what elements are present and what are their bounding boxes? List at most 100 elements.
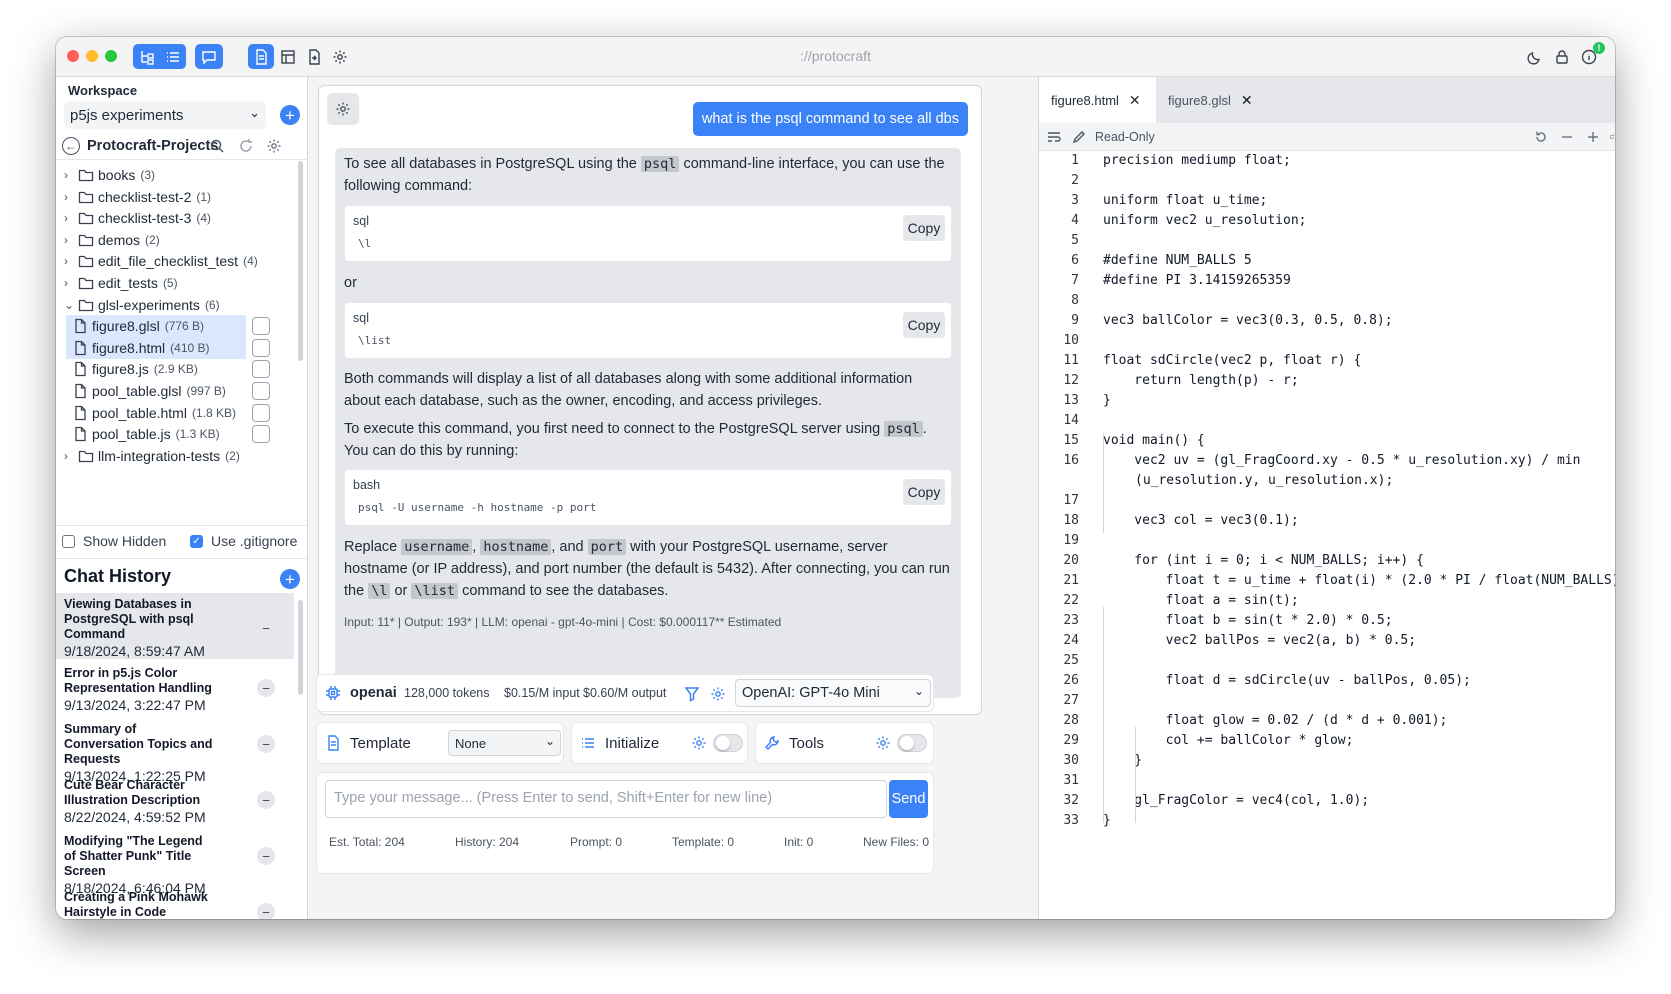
tools-gear-icon[interactable] — [875, 735, 891, 751]
code-line: 12 return length(p) - r; — [1039, 373, 1615, 393]
folder-item[interactable]: › checklist-test-3 (4) — [64, 207, 264, 229]
app-title: ://protocraft — [800, 48, 871, 64]
chevron-right-icon[interactable]: › — [64, 190, 78, 204]
folder-item[interactable]: › edit_file_checklist_test (4) — [64, 250, 264, 272]
file-item[interactable]: figure8.js (2.9 KB) — [66, 358, 246, 380]
chevron-right-icon[interactable]: › — [64, 211, 78, 225]
code-line: 28 float glow = 0.02 / (d * d + 0.001); — [1039, 713, 1615, 733]
chevron-right-icon[interactable]: › — [64, 449, 78, 463]
tree-scrollbar[interactable] — [298, 161, 303, 361]
search-icon[interactable] — [209, 138, 225, 154]
dark-mode-moon-icon[interactable] — [1522, 44, 1548, 69]
app-window: ://protocraft ! Workspace p5js experimen… — [56, 37, 1615, 919]
template-select[interactable]: None ⌄ — [448, 730, 561, 756]
folder-item[interactable]: › demos (2) — [64, 229, 264, 251]
chevron-down-icon[interactable]: ⌄ — [64, 298, 78, 312]
notification-badge: ! — [1593, 42, 1605, 54]
tree-item-count: (2) — [145, 232, 160, 247]
file-select-checkbox[interactable] — [252, 317, 270, 336]
delete-chat-button[interactable]: − — [257, 791, 275, 809]
copy-button[interactable]: Copy — [903, 479, 945, 505]
code-editor[interactable]: 1 precision mediump float; 2 3 uniform float… — [1039, 151, 1615, 919]
file-item[interactable]: figure8.glsl (776 B) — [66, 315, 246, 338]
back-arrow-icon[interactable]: ← — [62, 137, 80, 155]
model-settings-gear-icon[interactable] — [710, 686, 726, 702]
zoom-in-icon[interactable] — [1585, 129, 1601, 145]
folder-item[interactable]: › books (3) — [64, 164, 264, 186]
line-number: 28 — [1063, 713, 1079, 728]
send-button[interactable]: Send — [889, 780, 928, 818]
chat-settings-button[interactable] — [327, 93, 359, 125]
project-settings-gear-icon[interactable] — [266, 138, 282, 154]
line-number: 18 — [1063, 513, 1079, 528]
chevron-right-icon[interactable]: › — [64, 168, 78, 182]
tab-figure8-html[interactable]: figure8.html ✕ — [1039, 77, 1156, 123]
add-workspace-button[interactable]: + — [280, 105, 300, 125]
file-select-checkbox[interactable] — [252, 425, 270, 444]
file-select-checkbox[interactable] — [252, 403, 270, 422]
initialize-gear-icon[interactable] — [691, 735, 707, 751]
close-tab-icon[interactable]: ✕ — [1241, 92, 1253, 109]
chevron-right-icon[interactable]: › — [64, 276, 78, 290]
folder-item[interactable]: › checklist-test-2 (1) — [64, 186, 264, 208]
code-line: 19 — [1039, 533, 1615, 553]
delete-chat-button[interactable]: − — [257, 619, 275, 637]
tree-item-count: (1) — [196, 189, 212, 204]
chevron-right-icon[interactable]: › — [64, 233, 78, 247]
check-icon[interactable]: ✓ — [190, 534, 203, 548]
tree-item-label: demos — [98, 231, 141, 248]
delete-chat-button[interactable]: − — [257, 679, 275, 697]
word-wrap-icon[interactable] — [1046, 129, 1062, 145]
zoom-out-icon[interactable] — [1559, 129, 1575, 145]
tools-toggle[interactable] — [897, 734, 927, 752]
delete-chat-button[interactable]: − — [257, 847, 275, 865]
workspace-select[interactable]: p5js experiments ⌄ — [64, 101, 266, 129]
file-item[interactable]: pool_table.js (1.3 KB) — [66, 423, 246, 445]
line-number: 33 — [1063, 813, 1079, 828]
close-tab-icon[interactable]: ✕ — [1129, 92, 1141, 109]
model-select[interactable]: OpenAI: GPT-4o Mini ⌄ — [735, 679, 931, 707]
folder-item[interactable]: › llm-integration-tests (2) — [64, 445, 264, 467]
undo-icon[interactable] — [1533, 129, 1549, 145]
lock-icon[interactable] — [1549, 44, 1575, 69]
folder-item[interactable]: ⌄ glsl-experiments (6) — [64, 294, 264, 316]
copy-button[interactable]: Copy — [903, 215, 945, 241]
delete-chat-button[interactable]: − — [257, 735, 275, 753]
file-item[interactable]: pool_table.glsl (997 B) — [66, 380, 246, 402]
message-input[interactable]: Type your message... (Press Enter to sen… — [325, 780, 887, 818]
history-title: Creating a Pink Mohawk Hairstyle in Code — [64, 890, 208, 919]
line-number: 1 — [1071, 153, 1079, 168]
file-select-checkbox[interactable] — [252, 382, 270, 400]
file-select-checkbox[interactable] — [252, 338, 270, 357]
text: or — [390, 583, 412, 599]
file-item[interactable]: figure8.html (410 B) — [66, 336, 246, 359]
code-line: 17 — [1039, 493, 1615, 513]
reload-icon[interactable] — [1609, 129, 1615, 145]
chevron-down-icon: ⌄ — [249, 105, 260, 120]
refresh-icon[interactable] — [238, 138, 254, 154]
tree-item-label: pool_table.glsl — [92, 383, 182, 399]
tab-figure8-glsl[interactable]: figure8.glsl ✕ — [1156, 77, 1263, 123]
pencil-icon[interactable] — [1071, 129, 1087, 145]
folder-icon — [78, 189, 94, 205]
show-hidden-checkbox[interactable] — [62, 534, 75, 548]
editor-panel: figure8.html ✕ figure8.glsl ✕ Read-Only … — [1039, 77, 1615, 919]
copy-button[interactable]: Copy — [903, 312, 945, 338]
tree-item-label: llm-integration-tests — [98, 447, 221, 464]
inline-code: hostname — [480, 539, 552, 555]
initialize-toggle[interactable] — [713, 734, 743, 752]
line-text: for (int i = 0; i < NUM_BALLS; i++) { — [1103, 553, 1424, 568]
history-scrollbar[interactable] — [298, 600, 303, 695]
chevron-right-icon[interactable]: › — [64, 254, 78, 268]
file-item[interactable]: pool_table.html (1.8 KB) — [66, 402, 246, 424]
file-select-checkbox[interactable] — [252, 360, 270, 379]
folder-item[interactable]: › edit_tests (5) — [64, 272, 264, 294]
show-hidden-option[interactable]: Show Hidden — [62, 533, 166, 549]
new-chat-button[interactable]: + — [280, 569, 300, 589]
tab-label: figure8.glsl — [1168, 92, 1231, 108]
delete-chat-button[interactable]: − — [257, 903, 275, 919]
use-gitignore-option[interactable]: ✓ Use .gitignore — [190, 533, 297, 549]
tab-label: figure8.html — [1051, 92, 1119, 108]
text: To execute this command, you first need … — [344, 421, 885, 437]
filter-icon[interactable] — [684, 686, 700, 702]
